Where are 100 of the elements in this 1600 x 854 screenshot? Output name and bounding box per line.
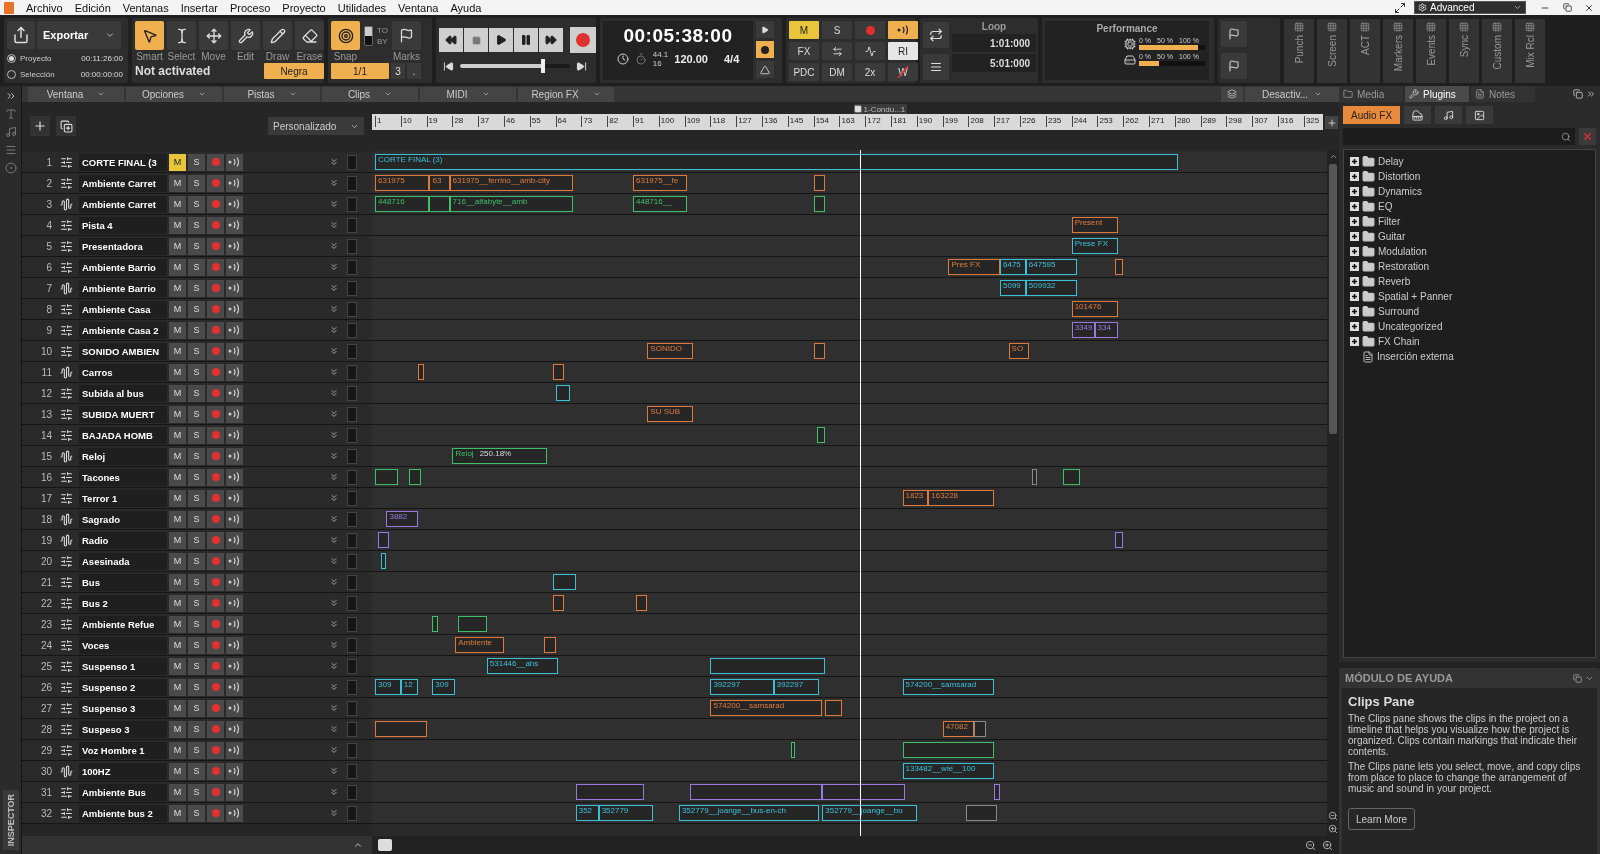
track-name-field[interactable]: Voces (79, 636, 167, 654)
mute-button[interactable]: M (169, 447, 186, 465)
audio-clip[interactable]: SONIDO (647, 343, 694, 359)
track-name-field[interactable]: Voz Hombre 1 (79, 741, 167, 759)
mute-button[interactable]: M (169, 489, 186, 507)
audio-clip[interactable]: 574200__samsarad (902, 679, 995, 695)
double-chevron-icon[interactable] (329, 640, 339, 650)
menu-item[interactable]: Utilidades (331, 1, 393, 14)
audio-clip[interactable]: 448716__ (633, 196, 688, 212)
double-chevron-icon[interactable] (329, 409, 339, 419)
audio-clip[interactable]: 647595 (1025, 259, 1078, 275)
tree-label[interactable]: Filter (1378, 216, 1401, 227)
vertical-scrollbar[interactable] (1327, 150, 1339, 836)
audio-clip[interactable] (816, 427, 826, 443)
menu-item[interactable]: Insertar (174, 1, 224, 14)
menu-item[interactable]: Ventanas (116, 1, 175, 14)
mix-button[interactable]: S (822, 21, 852, 39)
double-chevron-icon[interactable] (329, 535, 339, 545)
audio-clip[interactable]: 334 (1094, 322, 1118, 338)
input-echo-button[interactable] (226, 573, 243, 591)
audio-clip[interactable]: 352 (575, 805, 599, 821)
audio-clip[interactable] (575, 784, 645, 800)
plugin-type-button[interactable] (1404, 106, 1432, 124)
mute-button[interactable]: M (169, 762, 186, 780)
tool-button[interactable] (199, 21, 228, 50)
scroll-thumb[interactable] (1329, 164, 1337, 434)
audio-clip[interactable]: 716__alfabyte__amb (449, 196, 573, 212)
zoom-out-icon[interactable] (1328, 811, 1338, 821)
tree-label[interactable]: Modulation (1378, 246, 1427, 257)
double-chevron-icon[interactable] (329, 178, 339, 188)
expand-icon[interactable] (1350, 232, 1359, 241)
solo-button[interactable]: S (188, 237, 205, 255)
skip-forward-icon[interactable] (576, 60, 587, 72)
audio-clip[interactable] (458, 616, 487, 632)
input-echo-button[interactable] (226, 195, 243, 213)
mute-button[interactable]: M (169, 153, 186, 171)
track-name-field[interactable]: Radio (79, 531, 167, 549)
track-header[interactable]: 9 Ambiente Casa 2 M S (22, 320, 372, 341)
track-header[interactable]: 21 Bus M S (22, 572, 372, 593)
double-chevron-icon[interactable] (329, 598, 339, 608)
audio-clip[interactable]: 101476 (1071, 301, 1118, 317)
audio-clip[interactable] (635, 595, 648, 611)
mix-button[interactable]: PDC (789, 63, 819, 81)
audio-clip[interactable]: 392297 (710, 679, 774, 695)
track-header[interactable]: 17 Terror 1 M S (22, 488, 372, 509)
expand-icon[interactable] (1350, 202, 1359, 211)
mute-button[interactable]: M (169, 342, 186, 360)
track-name-field[interactable]: Subida al bus (79, 384, 167, 402)
marks-button[interactable] (392, 21, 421, 50)
zoom-in-icon[interactable] (1322, 839, 1333, 851)
rewind-button[interactable] (439, 28, 463, 52)
double-chevron-icon[interactable] (329, 388, 339, 398)
expand-icon[interactable] (1350, 307, 1359, 316)
mute-button[interactable]: M (169, 216, 186, 234)
audio-clip[interactable]: 163228 (928, 490, 995, 506)
audio-clip[interactable]: 3349 (1071, 322, 1095, 338)
input-echo-button[interactable] (226, 216, 243, 234)
track-header[interactable]: 8 Ambiente Casa M S (22, 299, 372, 320)
solo-button[interactable]: S (188, 321, 205, 339)
expand-icon[interactable] (1350, 157, 1359, 166)
circle-icon[interactable] (4, 162, 17, 174)
preset-dropdown[interactable]: Personalizado (268, 117, 364, 135)
input-echo-button[interactable] (888, 21, 918, 39)
track-name-field[interactable]: Suspenso 2 (79, 678, 167, 696)
tree-label[interactable]: Guitar (1378, 231, 1406, 242)
track-header[interactable]: 5 Presentadora M S (22, 236, 372, 257)
expand-icon[interactable] (1350, 262, 1359, 271)
expand-icon[interactable] (1350, 172, 1359, 181)
mute-button[interactable]: M (169, 678, 186, 696)
audio-clip[interactable] (432, 616, 439, 632)
track-header[interactable]: 32 Ambiente bus 2 M S (22, 803, 372, 824)
solo-button[interactable]: S (188, 342, 205, 360)
solo-button[interactable]: S (188, 636, 205, 654)
menu-item[interactable]: Ayuda (444, 1, 488, 14)
audio-clip[interactable] (1114, 532, 1124, 548)
double-chevron-icon[interactable] (329, 157, 339, 167)
track-name-field[interactable]: Ambiente Refue (79, 615, 167, 633)
input-echo-button[interactable] (226, 510, 243, 528)
solo-button[interactable]: S (188, 804, 205, 822)
punch-in-button[interactable] (1221, 21, 1247, 47)
mute-button[interactable]: M (169, 279, 186, 297)
snap-dot-button[interactable]: . (407, 63, 421, 79)
input-echo-button[interactable] (226, 405, 243, 423)
double-chevron-icon[interactable] (329, 787, 339, 797)
tool-button[interactable] (135, 21, 164, 50)
learn-more-button[interactable]: Learn More (1348, 808, 1416, 830)
double-chevron-icon[interactable] (329, 241, 339, 251)
module-tab[interactable]: Custom (1482, 18, 1512, 83)
double-chevron-icon[interactable] (329, 514, 339, 524)
input-echo-button[interactable] (226, 531, 243, 549)
menu-icon[interactable] (4, 144, 17, 156)
solo-button[interactable]: S (188, 489, 205, 507)
double-chevron-icon[interactable] (329, 304, 339, 314)
mute-button[interactable]: M (169, 510, 186, 528)
audio-clip[interactable] (552, 574, 576, 590)
fast-forward-button[interactable] (539, 28, 563, 52)
double-chevron-icon[interactable] (329, 220, 339, 230)
track-header[interactable]: 15 Reloj M S (22, 446, 372, 467)
audio-clip[interactable] (710, 658, 826, 674)
input-echo-button[interactable] (226, 741, 243, 759)
